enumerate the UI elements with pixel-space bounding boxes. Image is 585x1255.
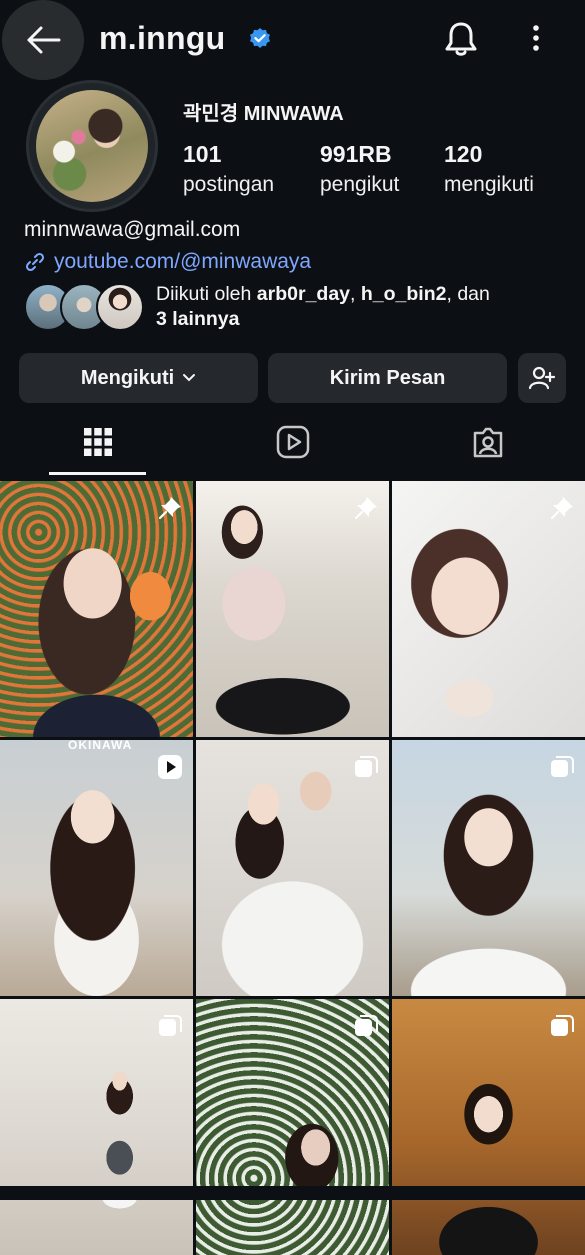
tab-reels[interactable] bbox=[265, 418, 321, 466]
link-icon bbox=[25, 252, 45, 272]
carousel-icon bbox=[551, 756, 574, 777]
bio-email[interactable]: minnwawa@gmail.com bbox=[24, 218, 240, 242]
post-thumbnail[interactable] bbox=[196, 740, 389, 996]
bio-link[interactable]: youtube.com/@minwawaya bbox=[24, 249, 311, 275]
followers-label: pengikut bbox=[320, 173, 400, 196]
post-thumbnail[interactable]: OKINAWA bbox=[0, 740, 193, 996]
chevron-down-icon bbox=[183, 374, 196, 382]
carousel-icon bbox=[355, 1015, 378, 1036]
pin-icon bbox=[354, 497, 377, 520]
post-thumbnail[interactable] bbox=[392, 740, 585, 996]
reels-icon bbox=[276, 425, 310, 459]
more-vertical-icon[interactable] bbox=[522, 22, 550, 54]
avatar[interactable] bbox=[36, 90, 148, 202]
profile-username: m.inngu bbox=[99, 20, 226, 56]
profile-full-name: 곽민경 MINWAWA bbox=[183, 103, 344, 125]
tab-tagged[interactable] bbox=[460, 418, 516, 466]
add-user-icon bbox=[528, 366, 556, 390]
suggest-people-button[interactable] bbox=[518, 353, 566, 403]
bottom-edge bbox=[0, 1186, 585, 1200]
verified-badge-icon bbox=[250, 28, 270, 48]
post-thumbnail[interactable] bbox=[196, 481, 389, 737]
post-thumbnail[interactable] bbox=[0, 481, 193, 737]
followers-count[interactable]: 991RB bbox=[320, 141, 392, 168]
tab-posts-grid[interactable] bbox=[70, 418, 126, 466]
reel-icon bbox=[158, 755, 182, 779]
mutual-avatar bbox=[96, 283, 144, 331]
post-overlay-text: OKINAWA bbox=[68, 740, 133, 752]
pin-icon bbox=[158, 497, 181, 520]
following-button[interactable]: Mengikuti bbox=[19, 353, 258, 403]
posts-label: postingan bbox=[183, 173, 275, 196]
following-count[interactable]: 120 bbox=[444, 141, 482, 168]
post-thumbnail[interactable] bbox=[392, 481, 585, 737]
following-label: mengikuti bbox=[444, 173, 534, 196]
bell-icon[interactable] bbox=[443, 20, 479, 58]
tagged-icon bbox=[473, 427, 503, 458]
back-button[interactable] bbox=[2, 0, 84, 80]
post-thumbnail[interactable] bbox=[196, 999, 389, 1255]
send-message-label: Kirim Pesan bbox=[329, 366, 446, 389]
post-thumbnail[interactable] bbox=[392, 999, 585, 1255]
posts-grid: OKINAWA bbox=[0, 481, 585, 1255]
active-tab-indicator bbox=[49, 472, 146, 475]
pin-icon bbox=[550, 497, 573, 520]
post-thumbnail[interactable] bbox=[0, 999, 193, 1255]
carousel-icon bbox=[551, 1015, 574, 1036]
mutual-followers-text[interactable]: Diikuti oleh arb0r_day, h_o_bin2, dan 3 … bbox=[156, 282, 576, 332]
mutual-followers-avatars[interactable] bbox=[24, 283, 144, 331]
carousel-icon bbox=[159, 1015, 182, 1036]
back-arrow-icon bbox=[27, 26, 61, 54]
carousel-icon bbox=[355, 756, 378, 777]
following-button-label: Mengikuti bbox=[80, 366, 175, 389]
bio-link-text[interactable]: youtube.com/@minwawaya bbox=[54, 250, 311, 274]
send-message-button[interactable]: Kirim Pesan bbox=[268, 353, 507, 403]
posts-count[interactable]: 101 bbox=[183, 141, 221, 168]
grid-icon bbox=[84, 428, 112, 456]
